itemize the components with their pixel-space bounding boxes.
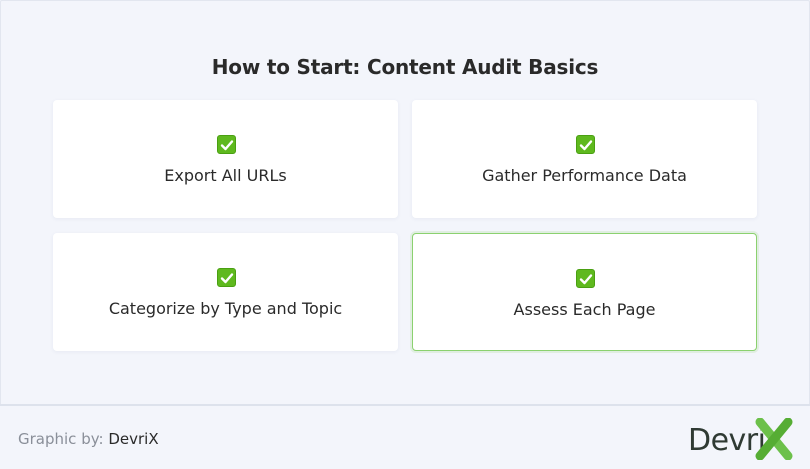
card-label: Assess Each Page (513, 300, 656, 319)
check-mark-icon (575, 269, 595, 288)
page-title: How to Start: Content Audit Basics (0, 55, 810, 79)
check-mark-icon (575, 135, 595, 154)
card-gather-performance: Gather Performance Data (412, 100, 757, 218)
credit-brand: DevriX (108, 430, 159, 448)
devrix-logo: Devri (688, 417, 798, 461)
card-categorize: Categorize by Type and Topic (53, 233, 398, 351)
logo-x-icon (755, 418, 793, 460)
footer: Graphic by: DevriX Devri (0, 404, 810, 469)
title-prefix: How to Start: (211, 55, 367, 79)
card-label: Categorize by Type and Topic (108, 299, 343, 318)
card-export-urls: Export All URLs (53, 100, 398, 218)
title-emphasis: Content Audit Basics (367, 55, 599, 79)
check-mark-icon (216, 135, 236, 154)
card-label: Export All URLs (164, 166, 287, 185)
credit-prefix: Graphic by: (18, 430, 109, 448)
card-label: Gather Performance Data (482, 166, 687, 185)
check-mark-icon (216, 268, 236, 287)
card-assess-page: Assess Each Page (412, 233, 757, 351)
graphic-credit: Graphic by: DevriX (18, 430, 159, 448)
